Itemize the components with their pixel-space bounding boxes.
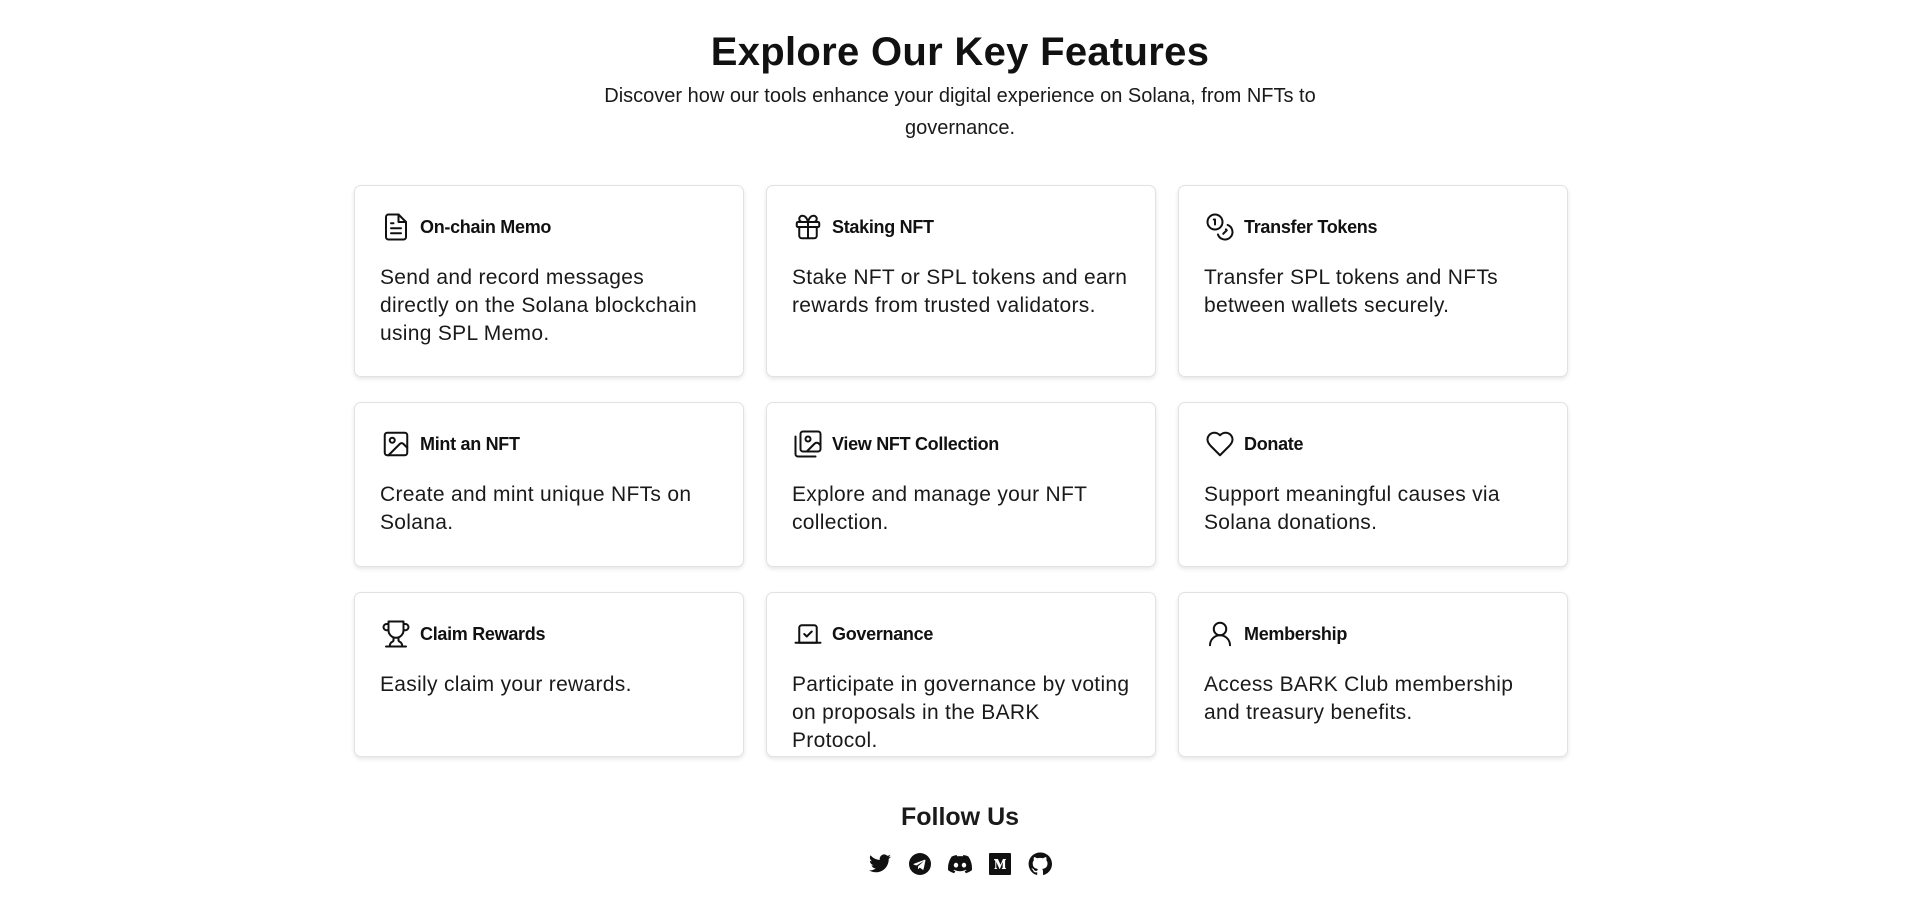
features-grid: On-chain Memo Send and record messages d… [354,185,1568,757]
follow-us-section: Follow Us [0,800,1920,876]
feature-card-view-nft-collection[interactable]: View NFT Collection Explore and manage y… [766,402,1156,567]
heart-icon [1204,428,1236,460]
medium-icon[interactable] [988,852,1012,876]
feature-title: Claim Rewards [420,623,546,644]
feature-description: Access BARK Club membership and treasury… [1204,673,1514,724]
trophy-icon [380,618,412,650]
feature-title: Donate [1244,433,1304,454]
feature-description: Transfer SPL tokens and NFTs between wal… [1204,266,1498,317]
gift-icon [792,211,824,243]
feature-title: Mint an NFT [420,433,520,454]
coins-icon [1204,211,1236,243]
feature-card-staking-nft[interactable]: Staking NFT Stake NFT or SPL tokens and … [766,185,1156,377]
feature-title: Staking NFT [832,216,934,237]
follow-us-title: Follow Us [900,803,1020,831]
telegram-icon[interactable] [908,852,932,876]
feature-card-donate[interactable]: Donate Support meaningful causes via Sol… [1178,402,1568,567]
discord-icon[interactable] [948,852,972,876]
page-title: Explore Our Key Features [710,30,1210,74]
twitter-icon[interactable] [868,852,892,876]
feature-description: Easily claim your rewards. [380,673,632,696]
feature-description: Stake NFT or SPL tokens and earn rewards… [792,266,1128,317]
social-links [0,852,1920,876]
feature-card-mint-nft[interactable]: Mint an NFT Create and mint unique NFTs … [354,402,744,567]
feature-description: Create and mint unique NFTs on Solana. [380,483,692,534]
feature-card-membership[interactable]: Membership Access BARK Club membership a… [1178,592,1568,757]
user-icon [1204,618,1236,650]
page-subtitle: Discover how our tools enhance your digi… [604,85,1316,139]
feature-title: Transfer Tokens [1244,216,1378,237]
feature-description: Send and record messages directly on the… [380,266,697,345]
vote-icon [792,618,824,650]
github-icon[interactable] [1028,852,1052,876]
feature-title: Membership [1244,623,1348,644]
feature-title: Governance [832,623,934,644]
feature-card-transfer-tokens[interactable]: Transfer Tokens Transfer SPL tokens and … [1178,185,1568,377]
features-hero: Explore Our Key Features Discover how ou… [0,24,1920,144]
feature-title: On-chain Memo [420,216,552,237]
feature-card-on-chain-memo[interactable]: On-chain Memo Send and record messages d… [354,185,744,377]
image-icon [380,428,412,460]
images-icon [792,428,824,460]
feature-description: Participate in governance by voting on p… [792,673,1130,752]
feature-card-governance[interactable]: Governance Participate in governance by … [766,592,1156,757]
feature-card-claim-rewards[interactable]: Claim Rewards Easily claim your rewards. [354,592,744,757]
document-icon [380,211,412,243]
feature-description: Support meaningful causes via Solana don… [1204,483,1500,534]
feature-title: View NFT Collection [832,433,999,454]
feature-description: Explore and manage your NFT collection. [792,483,1087,534]
